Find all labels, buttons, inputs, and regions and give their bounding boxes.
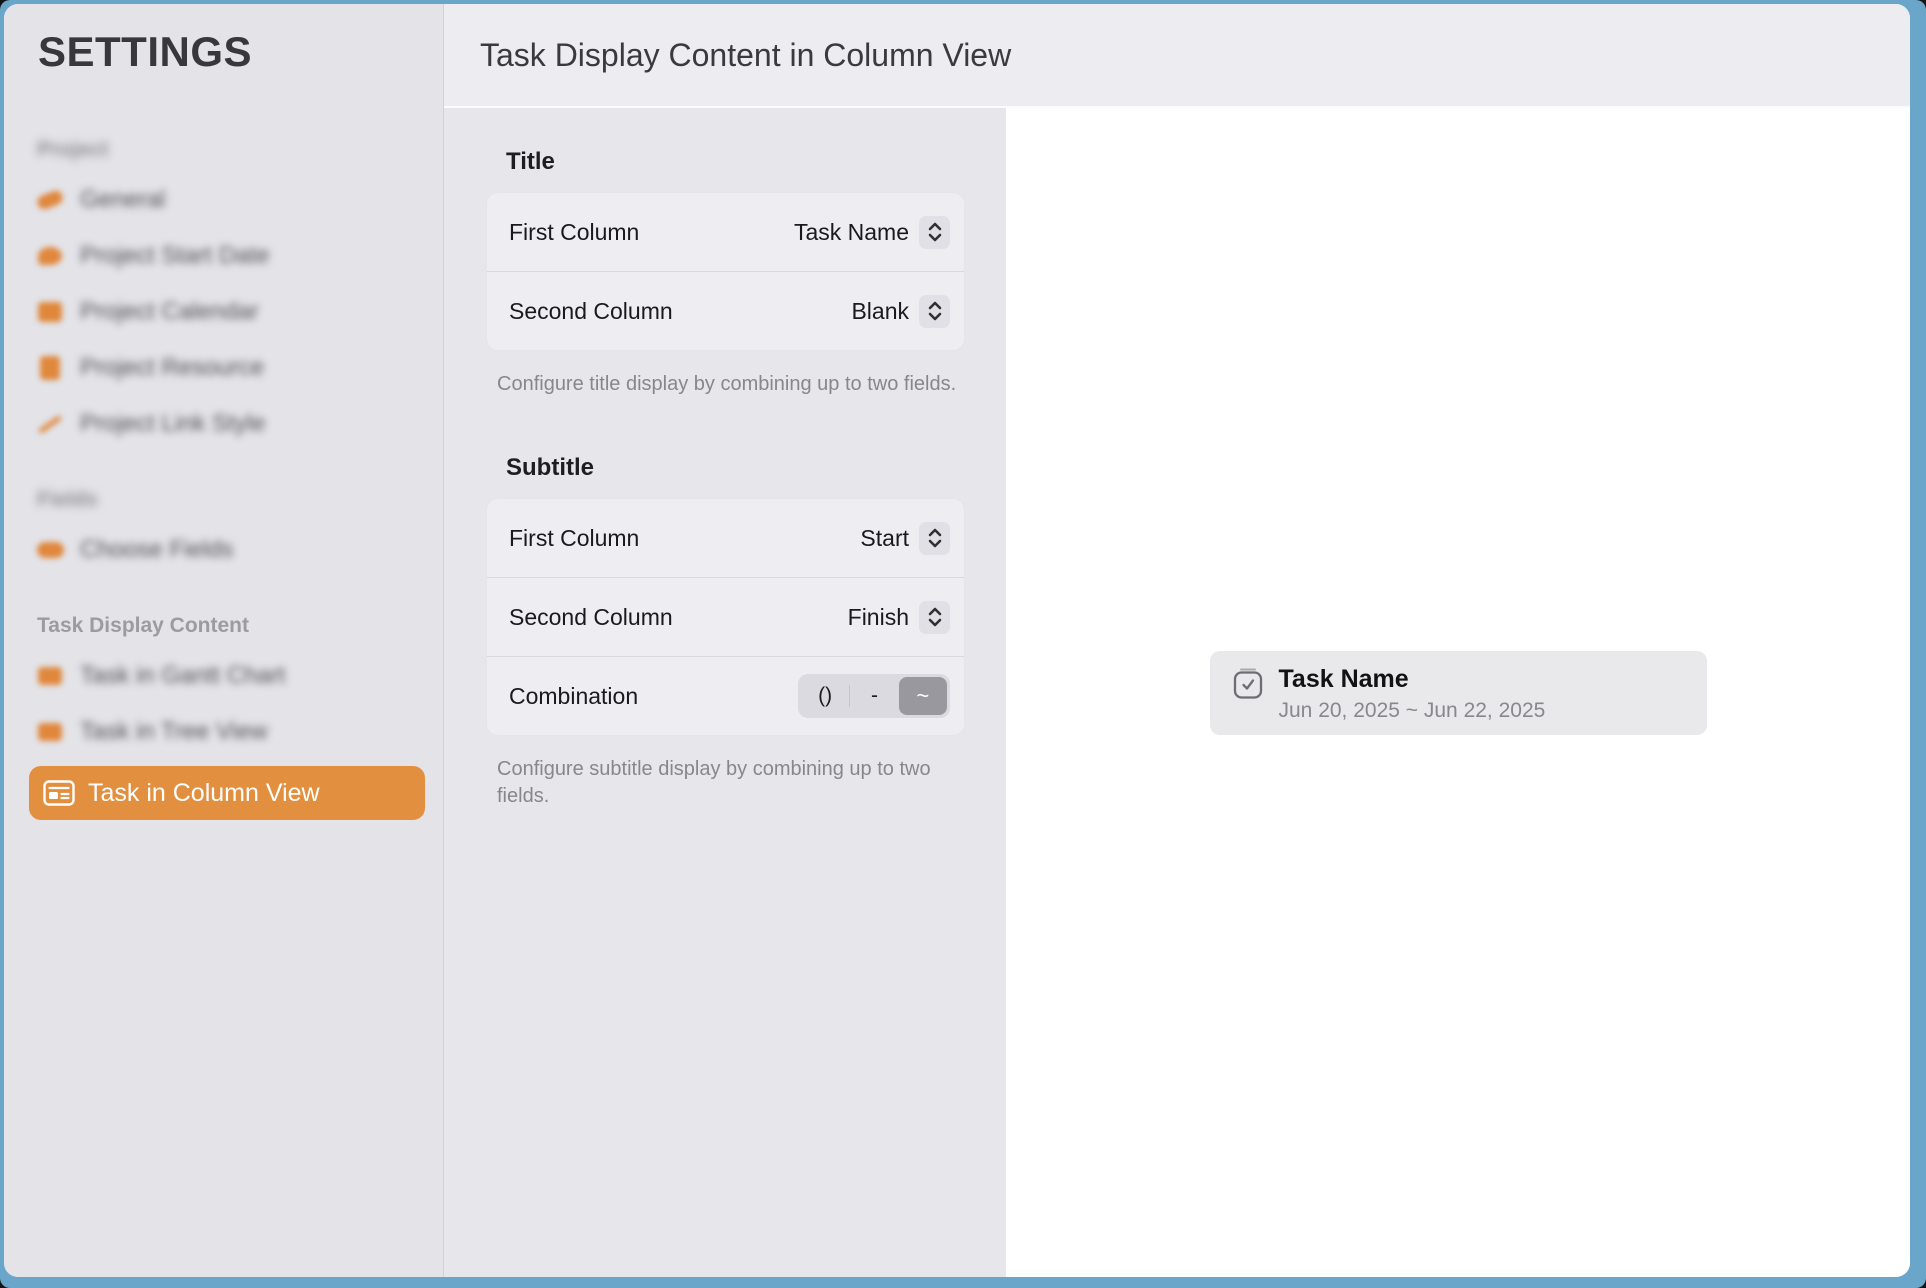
sidebar-item-project-resource[interactable]: Project Resource [4,340,443,396]
settings-window: SETTINGS Project General Project Start D… [4,4,1910,1277]
title-caption: Configure title display by combining up … [497,371,963,398]
sidebar-item-general[interactable]: General [4,172,443,228]
section-header-fields: Fields [37,488,443,512]
sidebar-item-project-start-date[interactable]: Project Start Date [4,228,443,284]
combination-row: Combination () - ~ [487,656,964,735]
pin-icon [34,247,66,265]
title-group: Title First Column Task Name [486,148,1006,398]
settings-title: SETTINGS [38,28,443,76]
chevron-up-down-icon[interactable] [919,295,950,328]
link-icon [34,422,66,427]
gantt-bar-icon [34,667,66,685]
section-header-project: Project [37,138,443,162]
pen-icon [34,193,66,207]
task-card-title: Task Name [1279,663,1546,695]
task-card-dates: Jun 20, 2025 ~ Jun 22, 2025 [1279,697,1546,724]
sidebar-item-choose-fields[interactable]: Choose Fields [4,522,443,578]
settings-panel: Title First Column Task Name [444,108,1006,1277]
task-check-icon [1230,665,1266,735]
app-window: SETTINGS Project General Project Start D… [0,0,1926,1288]
sidebar-item-project-link-style[interactable]: Project Link Style [4,396,443,452]
sidebar-nav: Project General Project Start Date Proje… [4,138,443,820]
chevron-up-down-icon[interactable] [919,522,950,555]
subtitle-group: Subtitle First Column Start [486,454,1006,810]
page-title: Task Display Content in Column View [480,37,1011,74]
main-body: Title First Column Task Name [444,108,1910,1277]
title-first-column-row: First Column Task Name [487,193,964,271]
title-second-column-select[interactable]: Blank [851,295,950,328]
chevron-up-down-icon[interactable] [919,601,950,634]
combination-option-dash[interactable]: - [850,677,898,715]
calendar-icon [34,302,66,322]
tree-bar-icon [34,723,66,741]
title-first-column-select[interactable]: Task Name [794,216,950,249]
title-second-column-row: Second Column Blank [487,271,964,350]
sidebar-item-task-in-column-view[interactable]: Task in Column View [29,766,425,820]
resource-icon [34,356,66,380]
preview-area: Task Name Jun 20, 2025 ~ Jun 22, 2025 [1006,108,1910,1277]
combination-option-tilde[interactable]: ~ [899,677,947,715]
sidebar-item-task-in-tree-view[interactable]: Task in Tree View [4,704,443,760]
sidebar-section-fields: Fields Choose Fields [4,488,443,578]
sidebar-item-project-calendar[interactable]: Project Calendar [4,284,443,340]
sidebar-item-task-in-gantt-chart[interactable]: Task in Gantt Chart [4,648,443,704]
sidebar-section-task-display-content: Task Display Content Task in Gantt Chart… [4,614,443,820]
subtitle-second-column-select[interactable]: Finish [848,601,950,634]
title-card: First Column Task Name Second Column [486,192,965,351]
page-header: Task Display Content in Column View [444,4,1910,108]
combination-segmented-control: () - ~ [798,674,950,718]
subtitle-card: First Column Start Second Column [486,498,965,736]
fields-icon [34,542,66,558]
subtitle-first-column-select[interactable]: Start [860,522,950,555]
title-group-header: Title [506,148,1006,176]
chevron-up-down-icon[interactable] [919,216,950,249]
sidebar: SETTINGS Project General Project Start D… [4,4,444,1277]
subtitle-first-column-row: First Column Start [487,499,964,577]
task-card-text: Task Name Jun 20, 2025 ~ Jun 22, 2025 [1279,663,1546,735]
combination-option-parentheses[interactable]: () [801,677,849,715]
subtitle-group-header: Subtitle [506,454,1006,482]
subtitle-second-column-row: Second Column Finish [487,577,964,656]
task-preview-card: Task Name Jun 20, 2025 ~ Jun 22, 2025 [1210,651,1707,735]
subtitle-caption: Configure subtitle display by combining … [497,756,963,810]
section-header-task-display-content: Task Display Content [37,614,443,638]
column-card-icon [43,780,75,806]
main-area: Task Display Content in Column View Titl… [444,4,1910,1277]
sidebar-section-project: Project General Project Start Date Proje… [4,138,443,452]
